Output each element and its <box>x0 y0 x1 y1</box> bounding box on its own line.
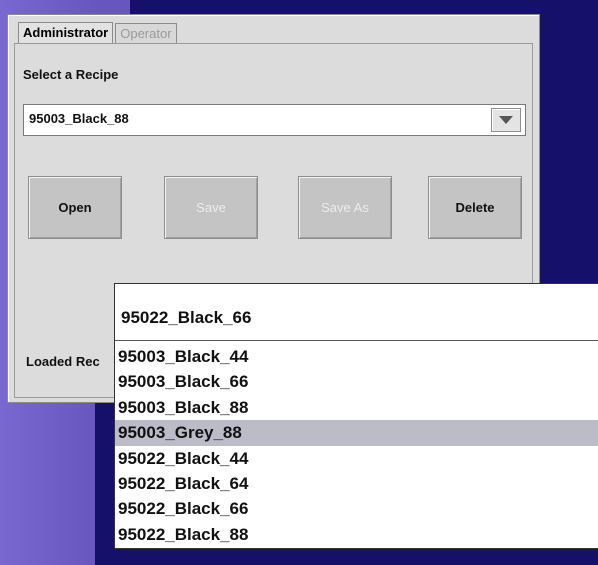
recipe-dropdown-popup: 95022_Black_66 95003_Black_44 95003_Blac… <box>114 283 598 549</box>
recipe-combo-value: 95003_Black_88 <box>29 111 129 126</box>
combo-dropdown-button[interactable] <box>491 108 521 132</box>
popup-combo-value: 95022_Black_66 <box>121 308 252 327</box>
recipe-combo[interactable]: 95003_Black_88 <box>23 104 526 136</box>
background-block-right <box>540 130 598 270</box>
list-item[interactable]: 95022_Black_64 <box>115 471 598 496</box>
list-item[interactable]: 95022_Black_88 <box>115 522 598 547</box>
list-item-selected[interactable]: 95003_Grey_88 <box>115 420 598 446</box>
save-button[interactable]: Save <box>164 176 258 239</box>
tab-bar: Administrator Operator <box>18 22 177 44</box>
popup-combo-field[interactable]: 95022_Black_66 <box>115 284 598 341</box>
list-item[interactable]: 95003_Black_88 <box>115 395 598 420</box>
recipe-list: 95003_Black_44 95003_Black_66 95003_Blac… <box>115 344 598 547</box>
list-item[interactable]: 95003_Black_66 <box>115 369 598 394</box>
loaded-recipe-label: Loaded Rec <box>26 354 100 369</box>
delete-button[interactable]: Delete <box>428 176 522 239</box>
list-item[interactable]: 95022_Black_44 <box>115 446 598 471</box>
save-as-button[interactable]: Save As <box>298 176 392 239</box>
list-item[interactable]: 95022_Black_66 <box>115 496 598 521</box>
select-recipe-label: Select a Recipe <box>23 67 119 82</box>
list-item[interactable]: 95003_Black_44 <box>115 344 598 369</box>
tab-operator[interactable]: Operator <box>115 23 177 43</box>
tab-administrator[interactable]: Administrator <box>18 22 114 43</box>
chevron-down-icon <box>499 116 513 124</box>
open-button[interactable]: Open <box>28 176 122 239</box>
